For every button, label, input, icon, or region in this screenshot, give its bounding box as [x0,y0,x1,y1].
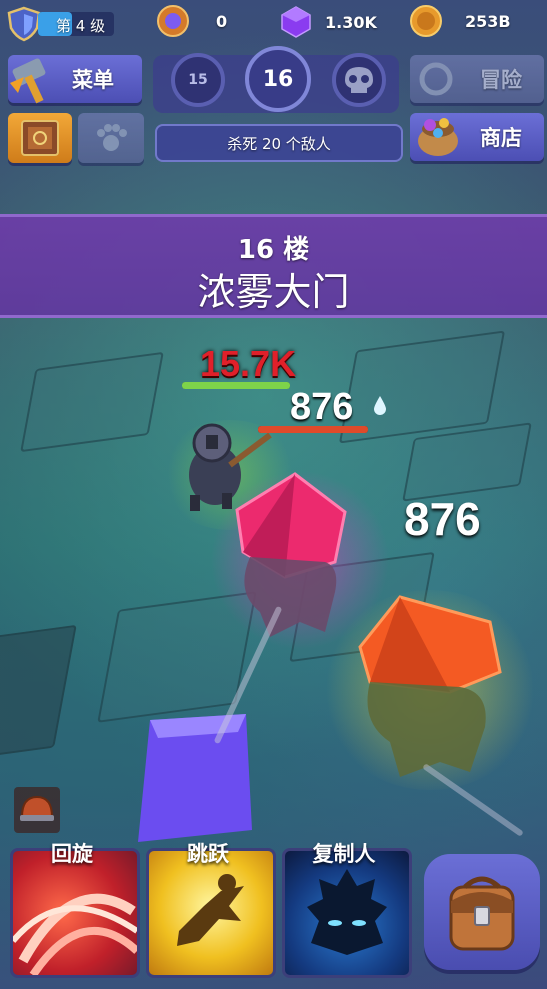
gold-count: 253B [465,11,511,31]
skill-label-spin: 回旋 [51,842,93,866]
clone-icon [307,869,387,955]
crit-damage-number: 15.7K [200,343,297,384]
gold-coin-icon [410,5,442,37]
floor-banner: 16 楼 浓雾大门 [0,214,547,318]
skull-icon [345,67,373,93]
crystal-enemy [235,472,347,637]
water-drop-icon [374,396,386,415]
hammer-icon [10,58,46,104]
token-count: 0 [216,11,228,31]
token-icon [157,5,189,37]
crystal-enemy [358,595,502,777]
skill-label-clone: 复制人 [312,842,376,866]
shield-icon [7,6,41,42]
floor-tile [402,422,532,502]
player-health-bar [182,382,290,389]
helmet-icon [20,795,54,821]
boss-floor-button[interactable] [332,53,386,107]
paw-icon [97,124,127,151]
floor-tile [20,351,164,453]
leap-icon [177,874,244,946]
book-icon [21,120,59,156]
pet-button[interactable] [78,113,144,163]
enemy-health-fill [258,426,368,433]
purple-crystal [138,714,252,842]
gem-counter: 1.30K [281,6,377,38]
current-floor-number: 16 [262,66,294,92]
gold-counter: 253B [409,4,511,38]
adventure-button[interactable]: 冒险 [410,55,544,103]
menu-label: 菜单 [72,68,114,92]
inventory-button[interactable] [424,854,540,970]
spin-attack-icon [13,893,137,975]
enemy-health-bar [258,426,368,433]
token-counter: 0 [156,4,227,38]
backpack-icon [449,876,515,951]
shop-button[interactable]: 商店 [410,113,544,161]
damage-number: 876 [290,386,354,428]
player-level[interactable]: 第 4 级 [6,6,114,42]
menu-button[interactable]: 菜单 [8,55,142,104]
gem-icon [281,6,311,38]
buff-slot[interactable] [14,787,60,833]
quest-book-button[interactable] [8,113,72,163]
stone-pillar [0,624,77,760]
previous-floor-number: 15 [188,72,208,88]
skill-label-leap: 跳跃 [187,842,229,866]
portal-icon [419,62,453,96]
objective-box: 杀死 20 个敌人 [155,124,403,162]
level-label: 第 4 级 [56,17,106,35]
objective-text: 杀死 20 个敌人 [227,134,331,153]
damage-number: 876 [404,493,481,545]
player-health-fill [182,382,290,389]
previous-floor-button[interactable]: 15 [171,53,225,107]
treasure-bag-icon [418,118,458,156]
shop-label: 商店 [480,126,522,150]
area-name: 浓雾大门 [197,270,350,314]
xp-bar: 第 4 级 [38,12,114,36]
current-floor-indicator: 16 [245,46,311,112]
gem-count: 1.30K [325,12,377,32]
adventure-label: 冒险 [480,68,522,92]
